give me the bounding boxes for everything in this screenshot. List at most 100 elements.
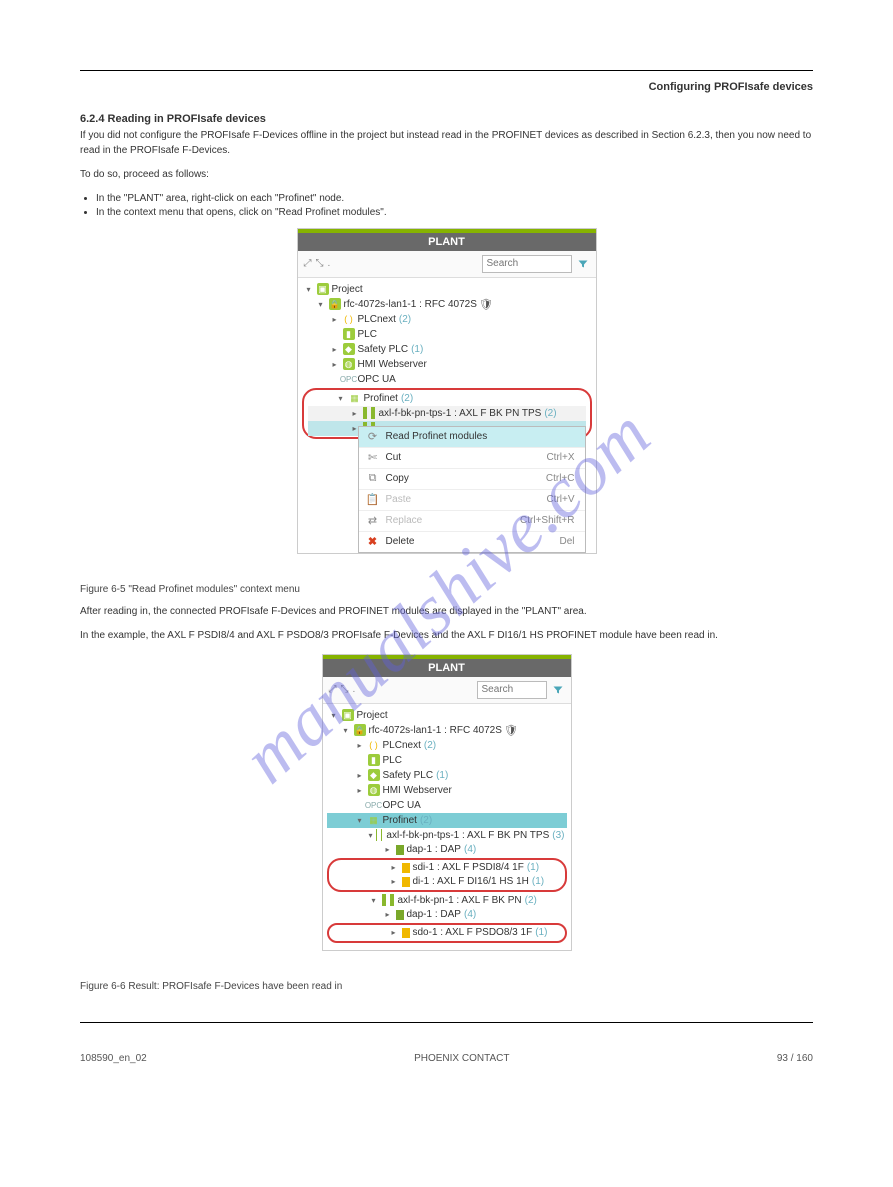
count-badge: (2) bbox=[525, 895, 537, 906]
chevron-right-icon[interactable] bbox=[330, 360, 340, 369]
step-1: In the "PLANT" area, right-click on each… bbox=[96, 193, 813, 204]
tree-dev1[interactable]: axl-f-bk-pn-tps-1 : AXL F BK PN TPS (2) bbox=[308, 406, 586, 421]
ctx-copy[interactable]: ⧉ Copy Ctrl+C bbox=[359, 469, 585, 490]
tree-fig2: ▣ Project 🔒 rfc-4072s-lan1-1 : RFC 4072S… bbox=[323, 704, 571, 950]
tree-safety[interactable]: ◆ Safety PLC (1) bbox=[302, 342, 592, 357]
tree-hmi[interactable]: ◍ HMI Webserver bbox=[302, 357, 592, 372]
chevron-right-icon[interactable] bbox=[350, 409, 360, 418]
tree-plc[interactable]: ▮ PLC bbox=[302, 327, 592, 342]
ctx-delete[interactable]: ✖ Delete Del bbox=[359, 532, 585, 552]
lock-icon: 🔒 bbox=[329, 298, 341, 310]
chevron-right-icon[interactable] bbox=[330, 315, 340, 324]
chevron-down-icon[interactable] bbox=[336, 394, 346, 403]
expand-all-icon[interactable]: ⤢ bbox=[304, 258, 312, 269]
panel-title: PLANT bbox=[298, 233, 596, 251]
collapse-all-icon[interactable]: ⤡ bbox=[316, 258, 324, 269]
ctx-cut[interactable]: ✄ Cut Ctrl+X bbox=[359, 448, 585, 469]
count-badge: (1) bbox=[527, 862, 539, 873]
tree-safety[interactable]: ◆ Safety PLC (1) bbox=[327, 768, 567, 783]
chevron-right-icon[interactable] bbox=[389, 928, 399, 937]
footer-right: 93 / 160 bbox=[777, 1053, 813, 1064]
chevron-right-icon[interactable] bbox=[355, 786, 365, 795]
chevron-down-icon[interactable] bbox=[341, 726, 351, 735]
tree-dap1[interactable]: dap-1 : DAP (4) bbox=[327, 843, 567, 857]
ctx-shortcut: Ctrl+X bbox=[546, 452, 574, 463]
tree-label: sdo-1 : AXL F PSDO8/3 1F bbox=[413, 927, 533, 938]
tree-plcnext[interactable]: ( ) PLCnext (2) bbox=[302, 312, 592, 327]
chevron-right-icon[interactable] bbox=[389, 863, 399, 872]
filter-icon[interactable] bbox=[551, 683, 565, 697]
chevron-down-icon[interactable] bbox=[316, 300, 326, 309]
ctx-read-profinet[interactable]: ⟳ Read Profinet modules bbox=[359, 427, 585, 448]
search-input[interactable] bbox=[477, 681, 547, 699]
step-list: In the "PLANT" area, right-click on each… bbox=[96, 193, 813, 218]
chevron-right-icon[interactable] bbox=[330, 345, 340, 354]
cut-icon: ✄ bbox=[367, 452, 379, 464]
tree-sdi[interactable]: sdi-1 : AXL F PSDI8/4 1F (1) bbox=[333, 861, 561, 875]
chevron-down-icon[interactable] bbox=[304, 285, 314, 294]
ctx-label: Replace bbox=[386, 515, 423, 526]
context-menu: ⟳ Read Profinet modules ✄ Cut Ctrl+X ⧉ C… bbox=[358, 426, 586, 553]
tree-hmi[interactable]: ◍ HMI Webserver bbox=[327, 783, 567, 798]
chevron-down-icon[interactable] bbox=[355, 816, 365, 825]
tree-project[interactable]: ▣ Project bbox=[302, 282, 592, 297]
collapse-all-icon[interactable]: ⤡ bbox=[341, 684, 349, 695]
count-badge: (1) bbox=[535, 927, 547, 938]
chevron-right-icon[interactable] bbox=[355, 771, 365, 780]
tree-label: axl-f-bk-pn-1 : AXL F BK PN bbox=[398, 895, 522, 906]
hmi-icon: ◍ bbox=[343, 358, 355, 370]
tree-profinet[interactable]: ▦ Profinet (2) bbox=[308, 391, 586, 406]
tree-rfc[interactable]: 🔒 rfc-4072s-lan1-1 : RFC 4072S 🛡 bbox=[327, 723, 567, 738]
count-badge: (2) bbox=[399, 314, 411, 325]
paragraph-3: After reading in, the connected PROFIsaf… bbox=[80, 605, 813, 620]
device-icon bbox=[382, 894, 386, 906]
count-badge: (2) bbox=[420, 815, 432, 826]
count-badge: (1) bbox=[436, 770, 448, 781]
tree-opc[interactable]: OPC OPC UA bbox=[302, 372, 592, 387]
chevron-right-icon[interactable] bbox=[389, 877, 399, 886]
tree-profinet[interactable]: ▦ Profinet (2) bbox=[327, 813, 567, 828]
tree-dev2[interactable]: axl-f-bk-pn-1 : AXL F BK PN (2) bbox=[327, 893, 567, 908]
tree-plc[interactable]: ▮ PLC bbox=[327, 753, 567, 768]
ctx-paste: 📋 Paste Ctrl+V bbox=[359, 490, 585, 511]
device-icon bbox=[390, 894, 394, 906]
tree-label: rfc-4072s-lan1-1 : RFC 4072S bbox=[344, 299, 477, 310]
tree-label: Safety PLC bbox=[383, 770, 434, 781]
tree-label: Profinet bbox=[383, 815, 417, 826]
tree-opc[interactable]: OPC OPC UA bbox=[327, 798, 567, 813]
project-icon: ▣ bbox=[342, 709, 354, 721]
chevron-down-icon[interactable] bbox=[369, 831, 373, 840]
top-rule bbox=[80, 70, 813, 71]
chevron-right-icon[interactable] bbox=[355, 741, 365, 750]
tree-plcnext[interactable]: ( ) PLCnext (2) bbox=[327, 738, 567, 753]
more-icon[interactable]: . bbox=[328, 258, 331, 269]
chevron-down-icon[interactable] bbox=[329, 711, 339, 720]
safety-icon: ◆ bbox=[343, 343, 355, 355]
tree-sdo[interactable]: sdo-1 : AXL F PSDO8/3 1F (1) bbox=[333, 926, 561, 940]
project-icon: ▣ bbox=[317, 283, 329, 295]
ctx-label: Paste bbox=[386, 494, 412, 505]
footer-left: 108590_en_02 bbox=[80, 1053, 147, 1064]
tree-dev1[interactable]: axl-f-bk-pn-tps-1 : AXL F BK PN TPS (3) bbox=[327, 828, 567, 843]
tree-dap2[interactable]: dap-1 : DAP (4) bbox=[327, 908, 567, 922]
tree-label: HMI Webserver bbox=[358, 359, 427, 370]
tree-di[interactable]: di-1 : AXL F DI16/1 HS 1H (1) bbox=[333, 875, 561, 889]
chevron-down-icon[interactable] bbox=[369, 896, 379, 905]
expand-all-icon[interactable]: ⤢ bbox=[329, 684, 337, 695]
copy-icon: ⧉ bbox=[367, 473, 379, 485]
filter-icon[interactable] bbox=[576, 257, 590, 271]
profinet-icon: ▦ bbox=[349, 392, 361, 404]
highlight-red-circle-3: sdo-1 : AXL F PSDO8/3 1F (1) bbox=[327, 923, 567, 943]
ctx-label: Copy bbox=[386, 473, 409, 484]
more-icon[interactable]: . bbox=[353, 684, 356, 695]
ctx-label: Delete bbox=[386, 536, 415, 547]
tree-project[interactable]: ▣ Project bbox=[327, 708, 567, 723]
module-icon bbox=[402, 877, 410, 887]
tree-label: PLC bbox=[383, 755, 402, 766]
chevron-right-icon[interactable] bbox=[383, 910, 393, 919]
chevron-right-icon[interactable] bbox=[383, 845, 393, 854]
paragraph-1: If you did not configure the PROFIsafe F… bbox=[80, 129, 813, 158]
shield-icon: 🛡 bbox=[480, 298, 492, 310]
search-input[interactable] bbox=[482, 255, 572, 273]
tree-rfc[interactable]: 🔒 rfc-4072s-lan1-1 : RFC 4072S 🛡 bbox=[302, 297, 592, 312]
